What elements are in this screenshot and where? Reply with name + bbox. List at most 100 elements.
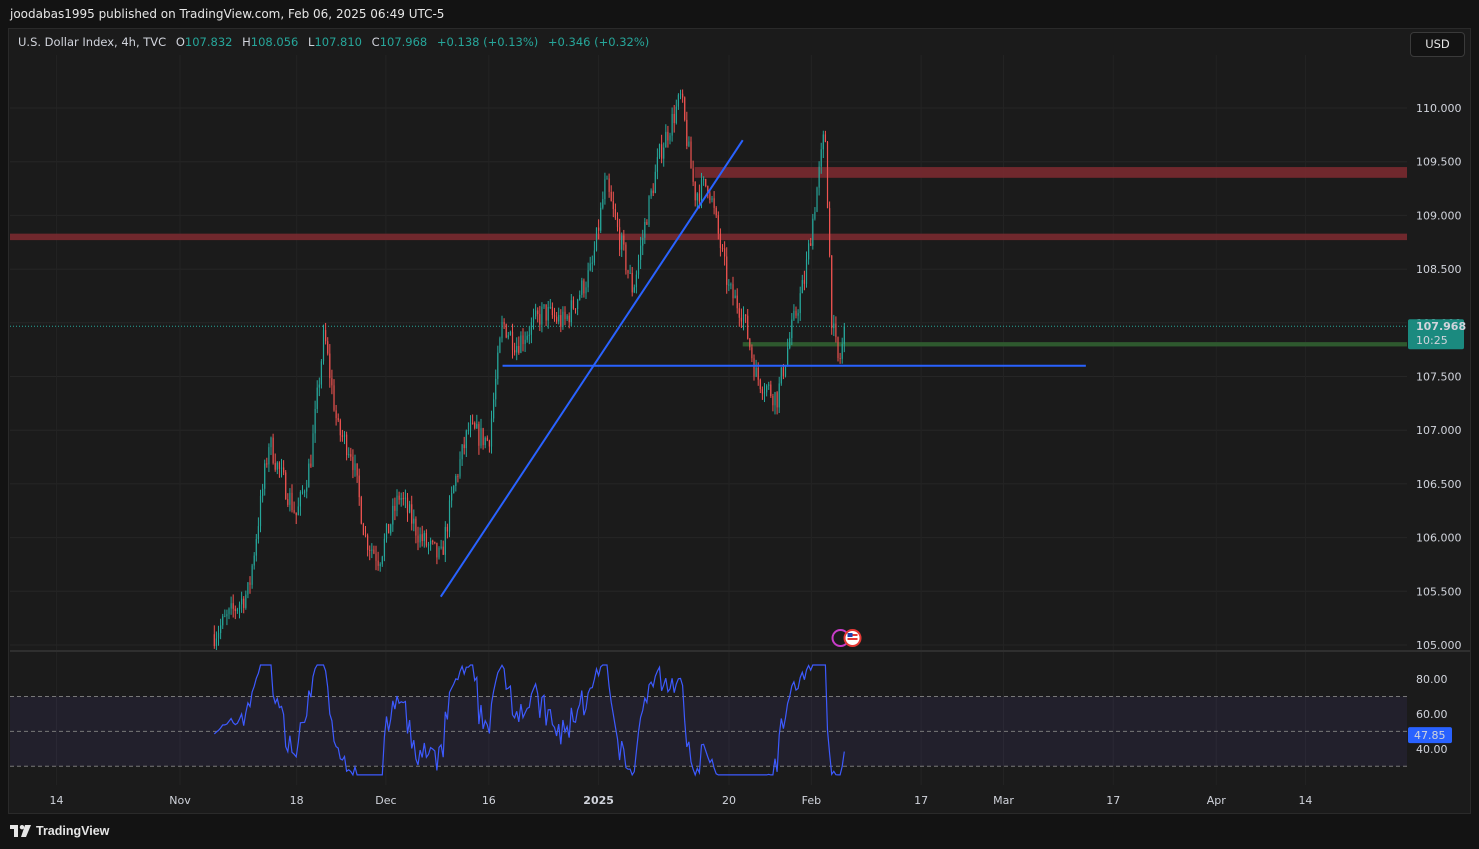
candle-down [352,456,354,471]
candle-down [684,97,686,120]
candle-down [709,193,711,200]
candle-up [602,199,604,208]
tradingview-brand[interactable]: TradingView [10,824,109,838]
candle-down [619,227,621,250]
candle-up [675,106,677,123]
candle-up [270,437,272,448]
candle-up [379,564,381,566]
candle-up [400,498,402,500]
candle-down [232,603,234,609]
candle-up [247,582,249,595]
candle-down [726,256,728,285]
time-tick-label: 2025 [583,794,614,807]
candle-down [751,347,753,359]
low-value: 107.810 [314,35,362,49]
candle-down [673,113,675,123]
candle-up [268,447,270,465]
price-tick-label: 109.000 [1416,209,1462,222]
candle-down [249,582,251,585]
candle-down [583,280,585,294]
candle-up [778,383,780,408]
candle-down [478,424,480,446]
candle-up [728,284,730,286]
price-tick-label: 107.500 [1416,371,1462,384]
candle-up [621,235,623,250]
candle-up [570,300,572,323]
currency-button[interactable]: USD [1410,32,1465,57]
candle-down [446,526,449,532]
candle-down [661,144,663,159]
candle-up [306,487,308,492]
chart-canvas[interactable]: 110.000109.500109.000108.500108.000107.5… [0,0,1479,849]
candle-up [497,352,499,379]
candle-down [335,410,337,419]
candle-up [469,422,472,431]
candle-down [646,221,648,225]
candle-down [356,463,358,476]
open-label: O [175,35,185,49]
candle-down [782,367,785,376]
candle-down [388,523,390,534]
candle-up [711,198,713,200]
candle-up [822,134,824,150]
candle-up [591,262,593,264]
candle-up [763,392,766,394]
candle-down [745,314,747,316]
candle-up [396,495,398,511]
price-tick-label: 105.000 [1416,639,1462,652]
candle-up [637,259,640,275]
candle-down [839,358,841,360]
candle-up [766,385,768,393]
candle-down [717,215,719,234]
candle-down [568,315,570,323]
candle-up [404,497,407,499]
candle-down [776,392,778,408]
candle-down [682,93,684,98]
candle-up [257,526,260,540]
candle-down [406,497,409,513]
candle-down [293,510,295,513]
bottom-bar [0,814,1479,849]
candle-down [474,422,476,429]
candle-down [747,315,749,339]
candle-down [724,248,726,257]
high-value: 108.056 [250,35,299,49]
candle-down [551,306,554,316]
candle-down [686,119,688,146]
candle-down [511,331,514,351]
candle-down [690,141,692,169]
candle-up [419,534,421,543]
candle-up [633,287,635,293]
candle-up [427,544,430,546]
candle-up [793,310,795,320]
time-tick-label: 14 [1298,794,1312,807]
time-tick-label: Dec [375,794,396,807]
candle-down [652,190,654,194]
candle-up [654,171,656,194]
candle-up [318,384,320,388]
candle-down [831,255,833,329]
candle-down [610,191,612,202]
candle-up [253,555,255,566]
candle-up [658,144,661,158]
candle-up [755,367,757,377]
candle-up [304,491,306,493]
candle-up [440,546,442,548]
candle-up [297,506,299,516]
candle-up [467,430,470,432]
candle-up [438,547,440,558]
candle-up [455,476,457,486]
candle-down [415,518,417,536]
time-tick-label: Nov [169,794,191,807]
candle-down [425,533,428,546]
symbol-legend: U.S. Dollar Index, 4h, TVC O107.832 H108… [18,35,655,49]
time-tick-label: 17 [1106,794,1120,807]
candle-up [648,196,650,225]
candle-up [558,315,560,322]
candle-up [276,462,278,470]
candle-up [530,322,533,335]
candle-down [488,440,491,447]
candle-down [482,428,484,446]
candle-up [679,93,682,95]
candle-down [564,311,566,320]
